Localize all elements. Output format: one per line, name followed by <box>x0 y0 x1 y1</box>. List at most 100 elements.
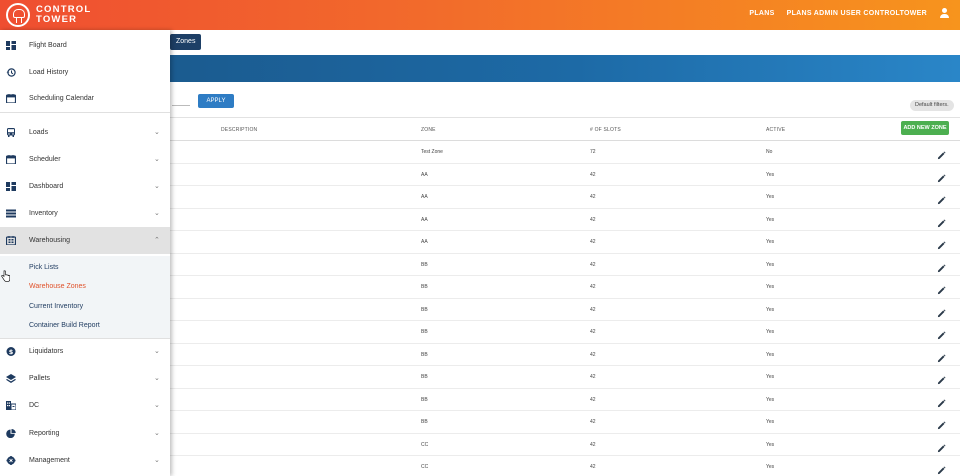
sidebar-item-inventory[interactable]: Inventory ⌄ <box>0 200 170 227</box>
submenu-item-current-inventory[interactable]: Current Inventory <box>29 303 83 310</box>
dashboard-icon <box>6 41 16 50</box>
chevron-down-icon[interactable]: ⌄ <box>154 429 160 437</box>
sidebar-item-dashboard[interactable]: Dashboard ⌄ <box>0 173 170 200</box>
table-row[interactable]: BB 42 Yes <box>170 389 960 411</box>
table-row[interactable]: BB 42 Yes <box>170 321 960 344</box>
edit-pencil-icon[interactable] <box>937 237 946 250</box>
column-header-slots[interactable]: # OF SLOTS <box>590 127 621 133</box>
cell-slots: 42 <box>590 306 596 313</box>
chevron-down-icon[interactable]: ⌄ <box>154 374 160 382</box>
chevron-up-icon[interactable]: ⌃ <box>154 236 160 244</box>
edit-pencil-icon[interactable] <box>937 350 946 362</box>
chevron-down-icon[interactable]: ⌄ <box>154 128 160 136</box>
edit-pencil-icon[interactable] <box>937 170 946 182</box>
chevron-down-icon[interactable]: ⌄ <box>154 155 160 163</box>
column-header-active[interactable]: ACTIVE <box>766 127 785 133</box>
chevron-down-icon[interactable]: ⌄ <box>154 456 160 464</box>
sidebar-item-liquidators[interactable]: $ Liquidators ⌄ <box>0 338 170 365</box>
sidebar-item-pallets[interactable]: Pallets ⌄ <box>0 365 170 392</box>
cell-slots: 42 <box>590 194 596 200</box>
cell-active: Yes <box>766 329 775 335</box>
edit-pencil-icon[interactable] <box>937 395 946 407</box>
submenu-item-container-build-report[interactable]: Container Build Report <box>29 322 100 329</box>
cell-active: Yes <box>766 239 775 245</box>
table-row[interactable]: BB 42 Yes <box>170 344 960 366</box>
sidebar-item-label: Scheduling Calendar <box>29 95 94 102</box>
column-header-zone[interactable]: ZONE <box>421 127 436 133</box>
sidebar-item-scheduling-calendar[interactable]: Scheduling Calendar <box>0 85 170 112</box>
table-row[interactable]: AA 42 Yes <box>170 164 960 186</box>
sidebar-item-scheduler[interactable]: Scheduler ⌄ <box>0 146 170 173</box>
table-row[interactable]: AA 42 Yes <box>170 186 960 209</box>
table-row[interactable]: BB 42 Yes <box>170 366 960 389</box>
table-row[interactable]: BB 42 Yes <box>170 254 960 276</box>
edit-pencil-icon[interactable] <box>937 327 946 340</box>
zones-table: DESCRIPTION ZONE # OF SLOTS ACTIVE ADD N… <box>170 117 960 476</box>
table-row[interactable]: AA 42 Yes <box>170 231 960 254</box>
edit-pencil-icon[interactable] <box>937 282 946 295</box>
add-new-zone-button[interactable]: ADD NEW ZONE <box>901 121 949 135</box>
table-row[interactable]: BB 42 Yes <box>170 299 960 321</box>
header-user-name[interactable]: PLANS ADMIN USER CONTROLTOWER <box>787 10 927 17</box>
table-row[interactable]: CC 42 Yes <box>170 434 960 456</box>
dollar-icon: $ <box>6 347 16 356</box>
edit-pencil-icon[interactable] <box>937 417 946 430</box>
cell-zone: BB <box>421 329 428 335</box>
cell-active: Yes <box>766 306 775 313</box>
edit-pencil-icon[interactable] <box>937 147 946 160</box>
edit-pencil-icon[interactable] <box>937 462 946 475</box>
cell-active: Yes <box>766 441 775 448</box>
table-row[interactable]: Test Zone 72 No <box>170 141 960 164</box>
sidebar-item-label: Warehousing <box>29 237 70 244</box>
filter-input-underline[interactable] <box>172 105 190 106</box>
sidebar-item-warehousing[interactable]: Warehousing ⌃ <box>0 227 170 254</box>
submenu-item-warehouse-zones[interactable]: Warehouse Zones <box>29 283 86 290</box>
breadcrumb-zones[interactable]: Zones <box>170 34 202 50</box>
layers-icon <box>6 374 16 383</box>
sidebar-item-dc[interactable]: DC ⌄ <box>0 392 170 419</box>
chevron-down-icon[interactable]: ⌄ <box>154 182 160 190</box>
table-row[interactable]: AA 42 Yes <box>170 209 960 231</box>
submenu-item-pick-lists[interactable]: Pick Lists <box>29 264 59 271</box>
edit-pencil-icon[interactable] <box>937 192 946 205</box>
app-logo[interactable]: CONTROL TOWER <box>6 3 91 27</box>
sidebar-item-flight-board[interactable]: Flight Board <box>0 32 170 59</box>
user-account-icon[interactable] <box>939 8 950 19</box>
cell-active: Yes <box>766 194 775 200</box>
sidebar-item-reporting[interactable]: Reporting ⌄ <box>0 420 170 447</box>
table-row[interactable]: CC 42 Yes <box>170 456 960 476</box>
apply-filters-button[interactable]: APPLY <box>198 94 234 108</box>
default-filters-chip[interactable]: Default filters. <box>910 100 954 111</box>
sidebar-item-load-history[interactable]: Load History <box>0 59 170 86</box>
header-plans-text: PLANS <box>749 10 775 17</box>
chevron-down-icon[interactable]: ⌄ <box>154 209 160 217</box>
column-header-description[interactable]: DESCRIPTION <box>221 127 257 133</box>
cell-slots: 42 <box>590 216 596 223</box>
cell-slots: 42 <box>590 239 596 245</box>
cell-slots: 42 <box>590 329 596 335</box>
sidebar-item-label: Liquidators <box>29 348 64 355</box>
edit-pencil-icon[interactable] <box>937 260 946 272</box>
cell-slots: 42 <box>590 396 596 403</box>
cell-zone: AA <box>421 171 428 178</box>
cell-zone: BB <box>421 396 428 403</box>
edit-pencil-icon[interactable] <box>937 440 946 452</box>
bus-icon <box>7 128 15 137</box>
sidebar-item-label: Flight Board <box>29 42 67 49</box>
chevron-down-icon[interactable]: ⌄ <box>154 347 160 355</box>
cell-zone: AA <box>421 239 428 245</box>
cell-zone: CC <box>421 441 429 448</box>
hand-cursor-icon <box>1 270 10 282</box>
table-row[interactable]: BB 42 Yes <box>170 276 960 299</box>
list-icon <box>6 209 16 218</box>
sidebar-item-management[interactable]: Management ⌄ <box>0 447 170 474</box>
chevron-down-icon[interactable]: ⌄ <box>154 401 160 409</box>
edit-pencil-icon[interactable] <box>937 305 946 317</box>
edit-pencil-icon[interactable] <box>937 215 946 227</box>
cell-slots: 42 <box>590 464 596 470</box>
edit-pencil-icon[interactable] <box>937 372 946 385</box>
dashboard-icon <box>6 182 16 191</box>
cell-zone: BB <box>421 284 428 290</box>
table-row[interactable]: BB 42 Yes <box>170 411 960 434</box>
sidebar-item-loads[interactable]: Loads ⌄ <box>0 119 170 146</box>
